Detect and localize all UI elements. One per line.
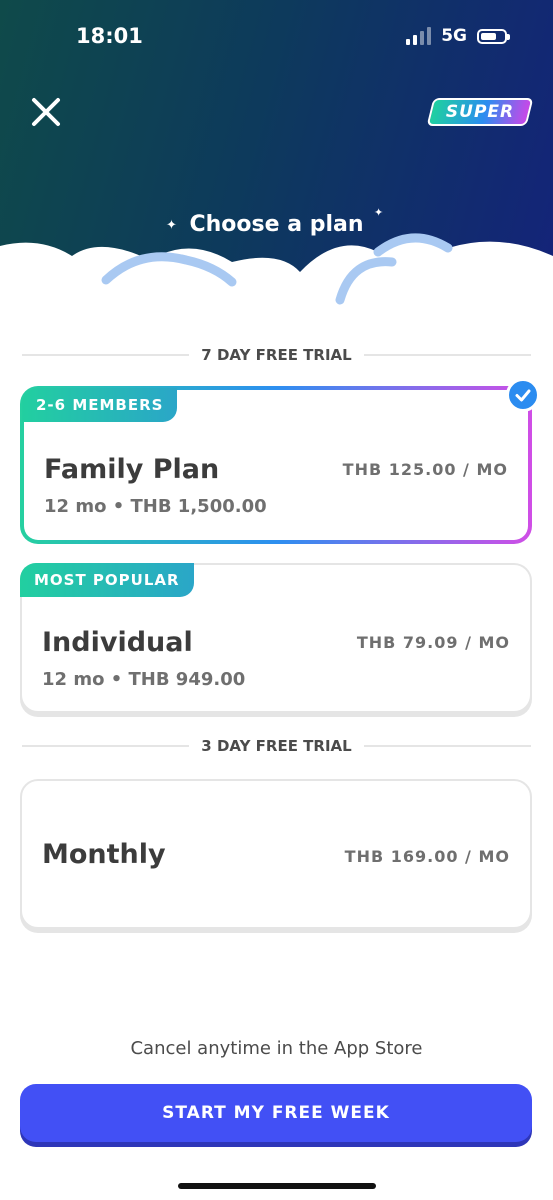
plan-price: THB 79.09 / MO [356, 633, 510, 652]
signal-icon [406, 27, 432, 45]
plan-name: Individual [42, 627, 193, 658]
plan-name: Family Plan [44, 454, 220, 485]
section-label: 7 DAY FREE TRIAL [201, 346, 352, 364]
plan-tag: 2-6 MEMBERS [22, 388, 178, 422]
super-badge: SUPER [426, 98, 534, 126]
plan-detail: 12 mo • THB 949.00 [42, 669, 246, 690]
status-time: 18:01 [76, 24, 143, 48]
start-free-week-button[interactable]: START MY FREE WEEK [20, 1084, 532, 1142]
home-indicator [178, 1183, 376, 1189]
plan-price: THB 169.00 / MO [344, 847, 510, 866]
close-button[interactable] [26, 92, 66, 132]
plan-detail: 12 mo • THB 1,500.00 [44, 496, 267, 517]
selected-check-icon [506, 378, 540, 412]
plan-card-monthly[interactable]: Monthly THB 169.00 / MO [20, 779, 532, 929]
plan-card-family[interactable]: 2-6 MEMBERS Family Plan THB 125.00 / MO … [20, 378, 540, 544]
plan-card-individual[interactable]: MOST POPULAR Individual THB 79.09 / MO 1… [20, 563, 532, 713]
section-divider-7-day: 7 DAY FREE TRIAL [22, 346, 532, 364]
super-badge-label: SUPER [445, 102, 515, 122]
hero-header: 18:01 5G SUPER ✦ ✦ Choose a plan [0, 0, 553, 320]
clouds-decoration [0, 233, 553, 320]
section-divider-3-day: 3 DAY FREE TRIAL [22, 737, 532, 755]
page-title: Choose a plan [189, 212, 364, 237]
cancel-note: Cancel anytime in the App Store [130, 1038, 423, 1059]
plan-price: THB 125.00 / MO [342, 460, 508, 479]
close-icon [32, 98, 60, 126]
section-label: 3 DAY FREE TRIAL [201, 737, 352, 755]
plan-tag: MOST POPULAR [20, 563, 194, 597]
plan-name: Monthly [42, 839, 166, 870]
battery-icon [477, 28, 510, 44]
status-indicators: 5G [406, 26, 510, 46]
network-label: 5G [441, 26, 467, 46]
